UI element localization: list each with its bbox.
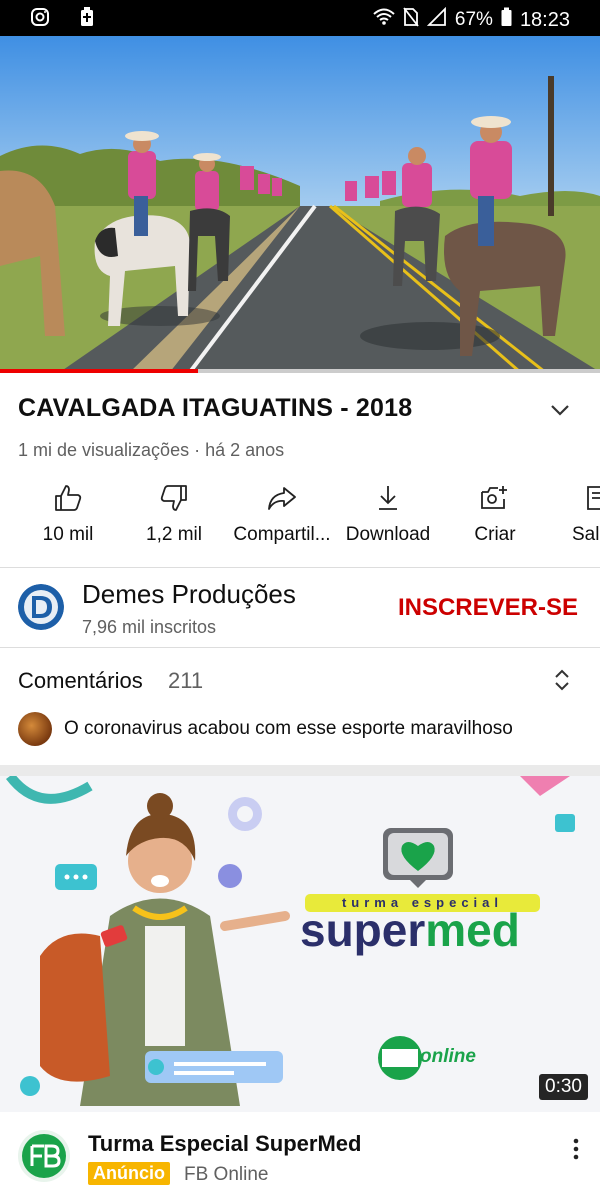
ad-banner-logo-text: online [420,1046,476,1067]
ad-duration: 0:30 [539,1074,588,1100]
create-button[interactable]: Criar [435,478,555,546]
save-button[interactable]: Sal [540,478,600,546]
comments-count: 211 [168,668,204,693]
battery-charging-icon [80,7,94,32]
ad-video[interactable]: turma especial supermed online [0,776,600,1112]
signal-icon [426,6,447,33]
video-frame-illustration [0,36,600,372]
battery-percent: 67% [454,9,493,30]
subscriber-count: 7,96 mil inscritos [82,617,217,637]
ad-banner-brand: supermed [300,904,520,956]
dislike-count: 1,2 mil [146,524,202,545]
ad-channel-logo[interactable] [18,1130,70,1182]
create-icon [435,478,555,518]
video-player[interactable] [0,36,600,372]
view-count: 1 mi de visualizações [18,440,190,460]
share-label: Compartil... [233,524,331,545]
action-bar: 10 mil 1,2 mil Compartil... Download Cri… [0,478,600,568]
dislike-button[interactable]: 1,2 mil [114,478,234,546]
thumbs-up-icon [8,478,128,518]
no-sim-icon [403,7,419,33]
video-meta: 1 mi de visualizações · há 2 anos [18,440,284,461]
create-label: Criar [474,524,516,545]
section-separator [0,765,600,776]
meta-separator: · [194,440,206,460]
share-icon [222,478,342,518]
battery-icon [501,7,512,33]
divider [0,647,600,648]
divider [0,567,600,568]
thumbs-down-icon [114,478,234,518]
clock: 18:23 [519,8,570,31]
instagram-icon [30,7,50,32]
save-label: Sal [572,524,600,545]
video-title: CAVALGADA ITAGUATINS - 2018 [18,394,413,422]
share-button[interactable]: Compartil... [222,478,342,546]
more-options-icon[interactable] [566,1134,586,1164]
ad-channel-name: FB Online [184,1164,269,1185]
top-comment[interactable]: O coronavirus acabou com esse esporte ma… [64,718,513,740]
comments-title[interactable]: Comentários [18,668,143,694]
status-bar: 67% 18:23 [0,0,600,36]
ad-banner-brand-part-1: super [300,904,426,956]
like-button[interactable]: 10 mil [8,478,128,546]
chevron-down-icon[interactable] [544,394,576,426]
expand-collapse-icon[interactable] [548,666,576,694]
channel-avatar[interactable] [18,584,64,630]
channel-name[interactable]: Demes Produções [82,579,296,610]
download-button[interactable]: Download [328,478,448,546]
ad-badge: Anúncio [88,1162,170,1185]
ad-title[interactable]: Turma Especial SuperMed [88,1131,361,1157]
download-icon [328,478,448,518]
ad-banner-brand-part-2: med [425,904,520,956]
video-progress-bar[interactable] [0,369,600,373]
save-icon [540,478,600,518]
video-progress-fill [0,369,198,373]
download-label: Download [345,524,431,545]
upload-age: há 2 anos [205,440,285,460]
subscribe-button[interactable]: INSCREVER-SE [398,594,578,622]
commenter-avatar [18,712,52,746]
wifi-icon [373,8,395,32]
like-count: 10 mil [42,524,94,545]
